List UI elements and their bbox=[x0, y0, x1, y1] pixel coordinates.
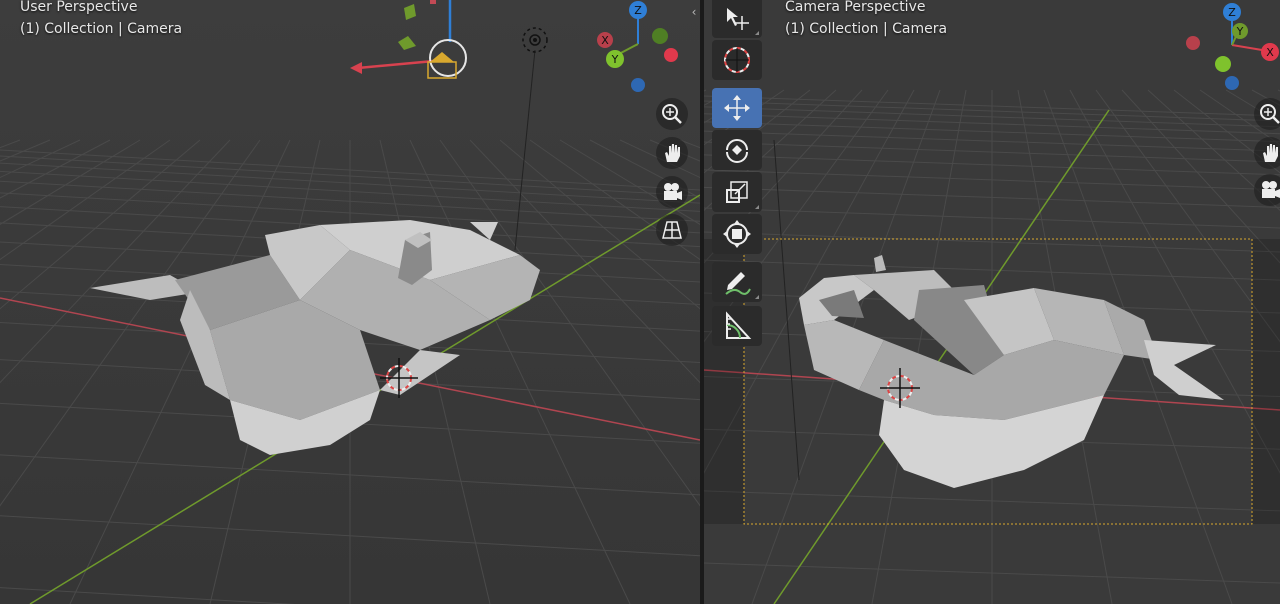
ortho-toggle-button[interactable] bbox=[656, 214, 688, 246]
pan-hand-icon bbox=[665, 144, 680, 162]
zoom-icon bbox=[1260, 104, 1280, 124]
collection-label: (1) Collection | Camera bbox=[785, 21, 948, 37]
view-name-label: User Perspective bbox=[20, 0, 138, 15]
pan-button[interactable] bbox=[1254, 137, 1280, 169]
collapse-arrow-icon[interactable]: ‹ bbox=[688, 4, 700, 20]
zoom-icon bbox=[662, 104, 682, 124]
move-tool[interactable] bbox=[712, 88, 762, 128]
gizmo-neg-x[interactable] bbox=[1186, 36, 1200, 50]
measure-ruler-icon bbox=[726, 311, 752, 339]
pencil-annotate-icon bbox=[725, 272, 751, 295]
svg-text:Y: Y bbox=[1236, 25, 1244, 38]
tool-submenu-corner bbox=[755, 31, 759, 35]
viewport-camera-perspective[interactable]: Camera Perspective (1) Collection | Came… bbox=[704, 0, 1280, 604]
viewport-user-perspective[interactable]: User Perspective (1) Collection | Camera… bbox=[0, 0, 700, 604]
transform-tool[interactable] bbox=[712, 214, 762, 254]
svg-text:Y: Y bbox=[611, 53, 619, 66]
annotate-tool[interactable] bbox=[712, 262, 762, 302]
gizmo-neg-z[interactable] bbox=[631, 78, 645, 92]
camera-view-icon bbox=[1262, 181, 1280, 198]
tool-submenu-corner bbox=[755, 295, 759, 299]
camera-view-button[interactable] bbox=[1254, 174, 1280, 206]
navigation-gizmo[interactable]: Z X Y bbox=[590, 0, 690, 100]
ortho-grid-icon bbox=[662, 221, 682, 239]
view-name-label: Camera Perspective bbox=[785, 0, 926, 15]
tool-submenu-corner bbox=[755, 205, 759, 209]
select-cursor-icon bbox=[727, 8, 749, 30]
svg-text:Z: Z bbox=[1228, 6, 1236, 19]
svg-text:Z: Z bbox=[634, 4, 642, 17]
zoom-button[interactable] bbox=[656, 98, 688, 130]
gizmo-neg-y[interactable] bbox=[652, 28, 668, 44]
3d-cursor-tool-icon bbox=[724, 47, 750, 73]
zoom-button[interactable] bbox=[1254, 98, 1280, 130]
pan-hand-icon bbox=[1263, 144, 1278, 162]
scale-icon bbox=[726, 181, 748, 203]
gizmo-neg-z[interactable] bbox=[1225, 76, 1239, 90]
collection-label: (1) Collection | Camera bbox=[20, 21, 183, 37]
rotate-tool[interactable] bbox=[712, 130, 762, 170]
svg-text:X: X bbox=[601, 34, 609, 47]
gizmo-neg-x[interactable] bbox=[664, 48, 678, 62]
measure-tool[interactable] bbox=[712, 306, 762, 346]
camera-view-icon bbox=[664, 183, 682, 200]
camera-view-button[interactable] bbox=[656, 176, 688, 208]
navigation-gizmo[interactable]: Y Z X bbox=[1184, 0, 1280, 96]
move-arrows-icon bbox=[724, 95, 750, 121]
transform-icon bbox=[723, 220, 751, 248]
pan-button[interactable] bbox=[656, 137, 688, 169]
select-box-tool[interactable] bbox=[712, 0, 762, 38]
gizmo-neg-y[interactable] bbox=[1215, 56, 1231, 72]
svg-text:X: X bbox=[1266, 46, 1274, 59]
rotate-icon bbox=[726, 139, 748, 163]
scale-tool[interactable] bbox=[712, 172, 762, 212]
cursor-tool[interactable] bbox=[712, 40, 762, 80]
